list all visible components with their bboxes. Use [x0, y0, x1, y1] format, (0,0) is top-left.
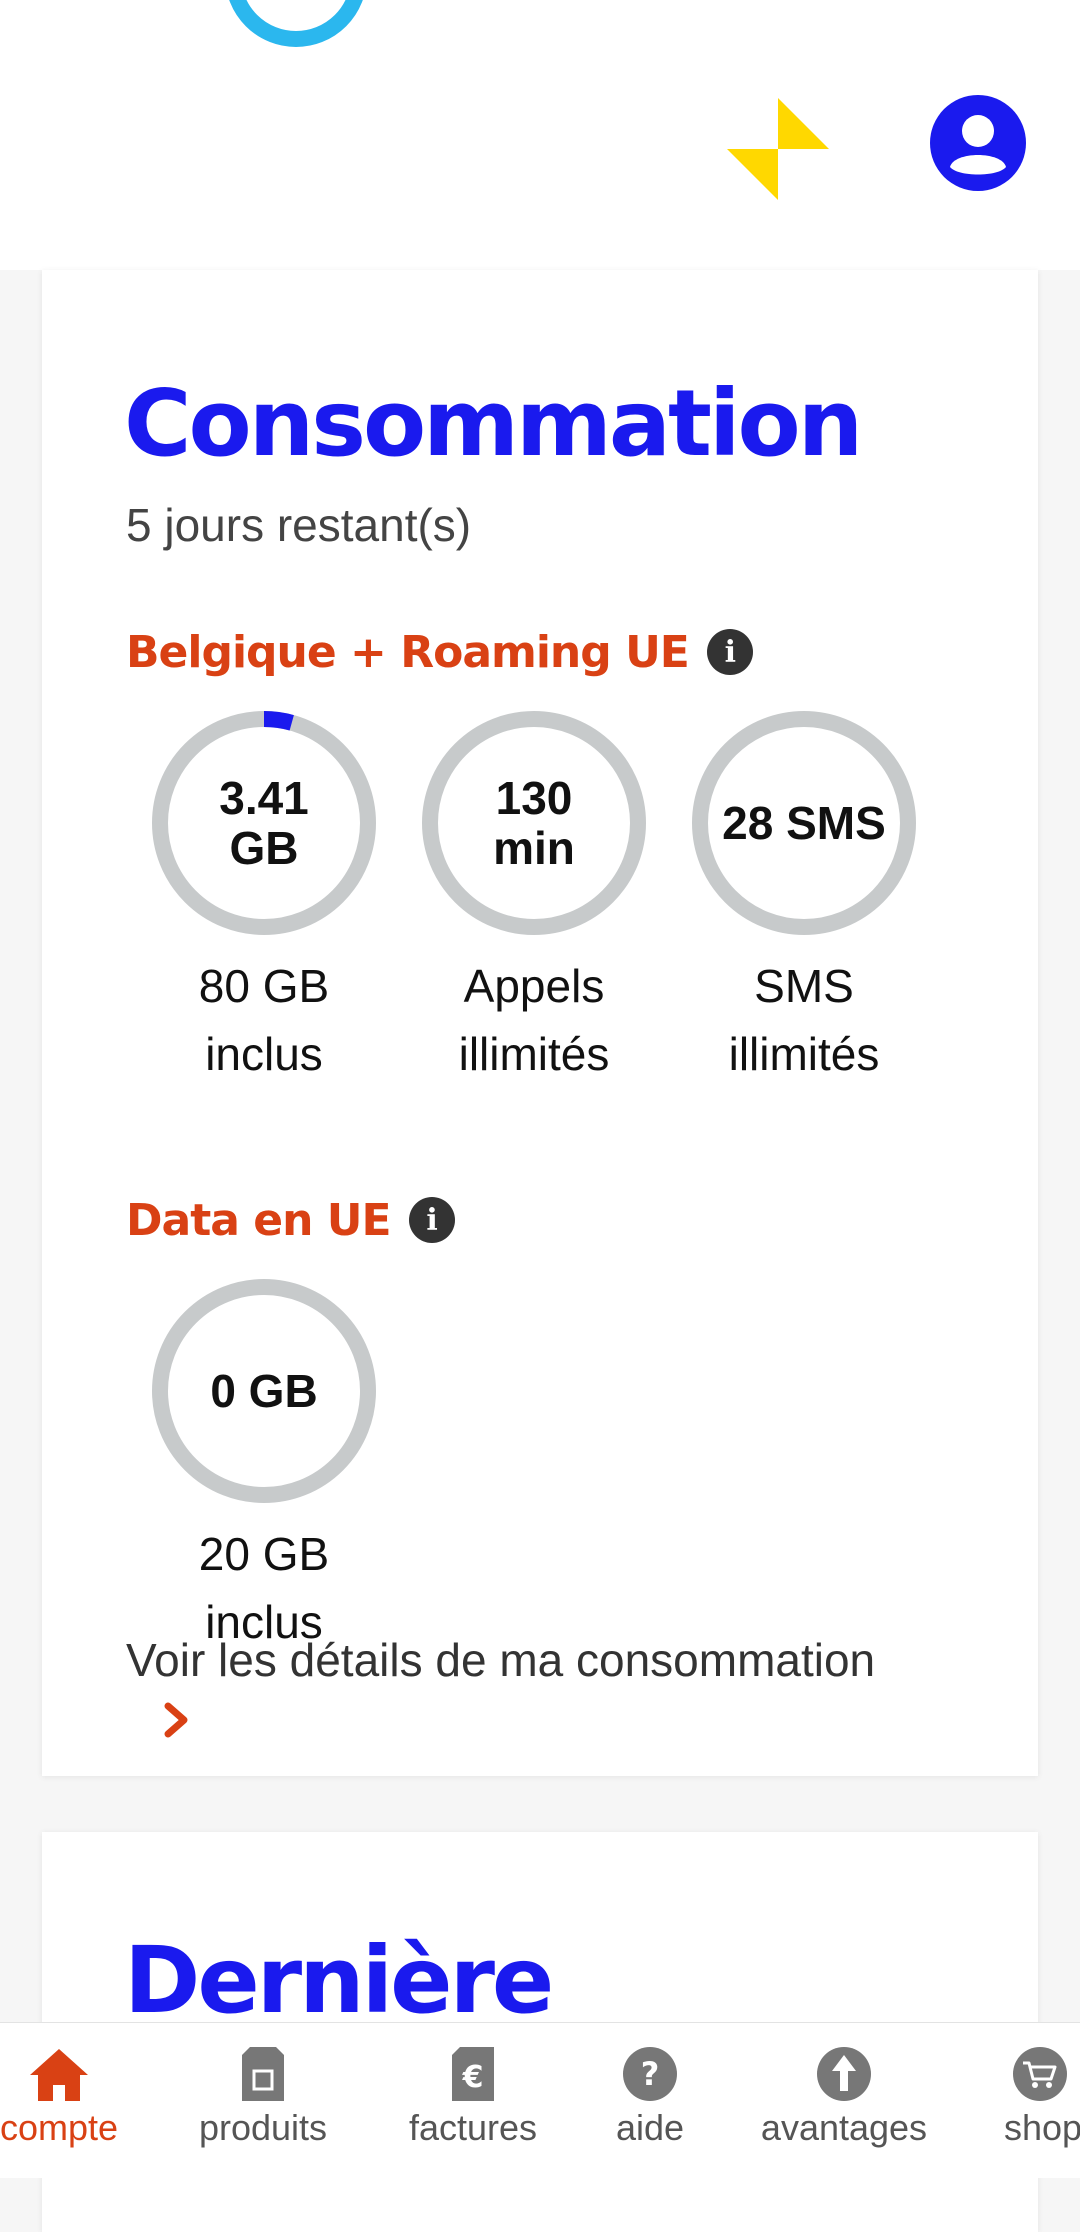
nav-item-produits[interactable]: produits	[188, 2045, 338, 2149]
help-icon: ?	[623, 2047, 677, 2101]
euro-document-icon: €	[452, 2047, 494, 2101]
gauge-value: 28 SMS	[722, 797, 886, 849]
gauge-value: 0 GB	[210, 1365, 318, 1417]
chevron-right-icon[interactable]	[160, 1700, 194, 1740]
decorative-ring	[225, 0, 367, 47]
gauge-data[interactable]: 3.41 GB 80 GB inclus	[149, 708, 379, 1088]
page-title: Consommation	[124, 370, 863, 477]
gauge-sms[interactable]: 28 SMS SMS illimités	[689, 708, 919, 1088]
days-remaining: 5 jours restant(s)	[126, 499, 472, 551]
svg-text:?: ?	[641, 2055, 660, 2093]
gauge-calls[interactable]: 130 min Appels illimités	[419, 708, 649, 1088]
section-heading-data-eu: Data en UE i	[126, 1190, 455, 1250]
bottom-nav: compte produits € factures ? aide avanta…	[0, 2022, 1080, 2178]
gauge-value: 130 min	[493, 772, 575, 874]
nav-item-aide[interactable]: ? aide	[595, 2045, 705, 2149]
consumption-card: Consommation 5 jours restant(s) Belgique…	[42, 270, 1038, 1776]
home-icon	[30, 2049, 88, 2101]
gauge-data-eu[interactable]: 0 GB 20 GB inclus	[149, 1276, 379, 1656]
consumption-details-link[interactable]: Voir les détails de ma consommation	[126, 1630, 986, 1690]
info-icon[interactable]: i	[706, 629, 753, 675]
info-icon[interactable]: i	[408, 1197, 455, 1243]
nav-item-factures[interactable]: € factures	[398, 2045, 548, 2149]
top-bar	[0, 0, 1080, 270]
latest-card-title: Dernière	[124, 1927, 554, 2034]
nav-item-avantages[interactable]: avantages	[752, 2045, 936, 2149]
gauge-caption: SMS illimités	[728, 960, 880, 1080]
svg-text:€: €	[462, 2060, 484, 2095]
gauge-caption: 80 GB inclus	[198, 960, 330, 1080]
decorative-bolt-icon	[727, 98, 829, 200]
arrow-up-icon	[817, 2047, 871, 2101]
section-heading-belgium-roaming: Belgique + Roaming UE i	[126, 622, 753, 682]
gauge-caption: Appels illimités	[458, 960, 610, 1080]
gauge-value: 3.41 GB	[219, 772, 309, 874]
nav-item-compte[interactable]: compte	[0, 2045, 122, 2149]
cart-icon	[1013, 2047, 1067, 2101]
nav-item-shop[interactable]: shop	[1000, 2045, 1080, 2149]
sim-card-icon	[242, 2047, 284, 2101]
profile-avatar-icon[interactable]	[930, 95, 1026, 191]
